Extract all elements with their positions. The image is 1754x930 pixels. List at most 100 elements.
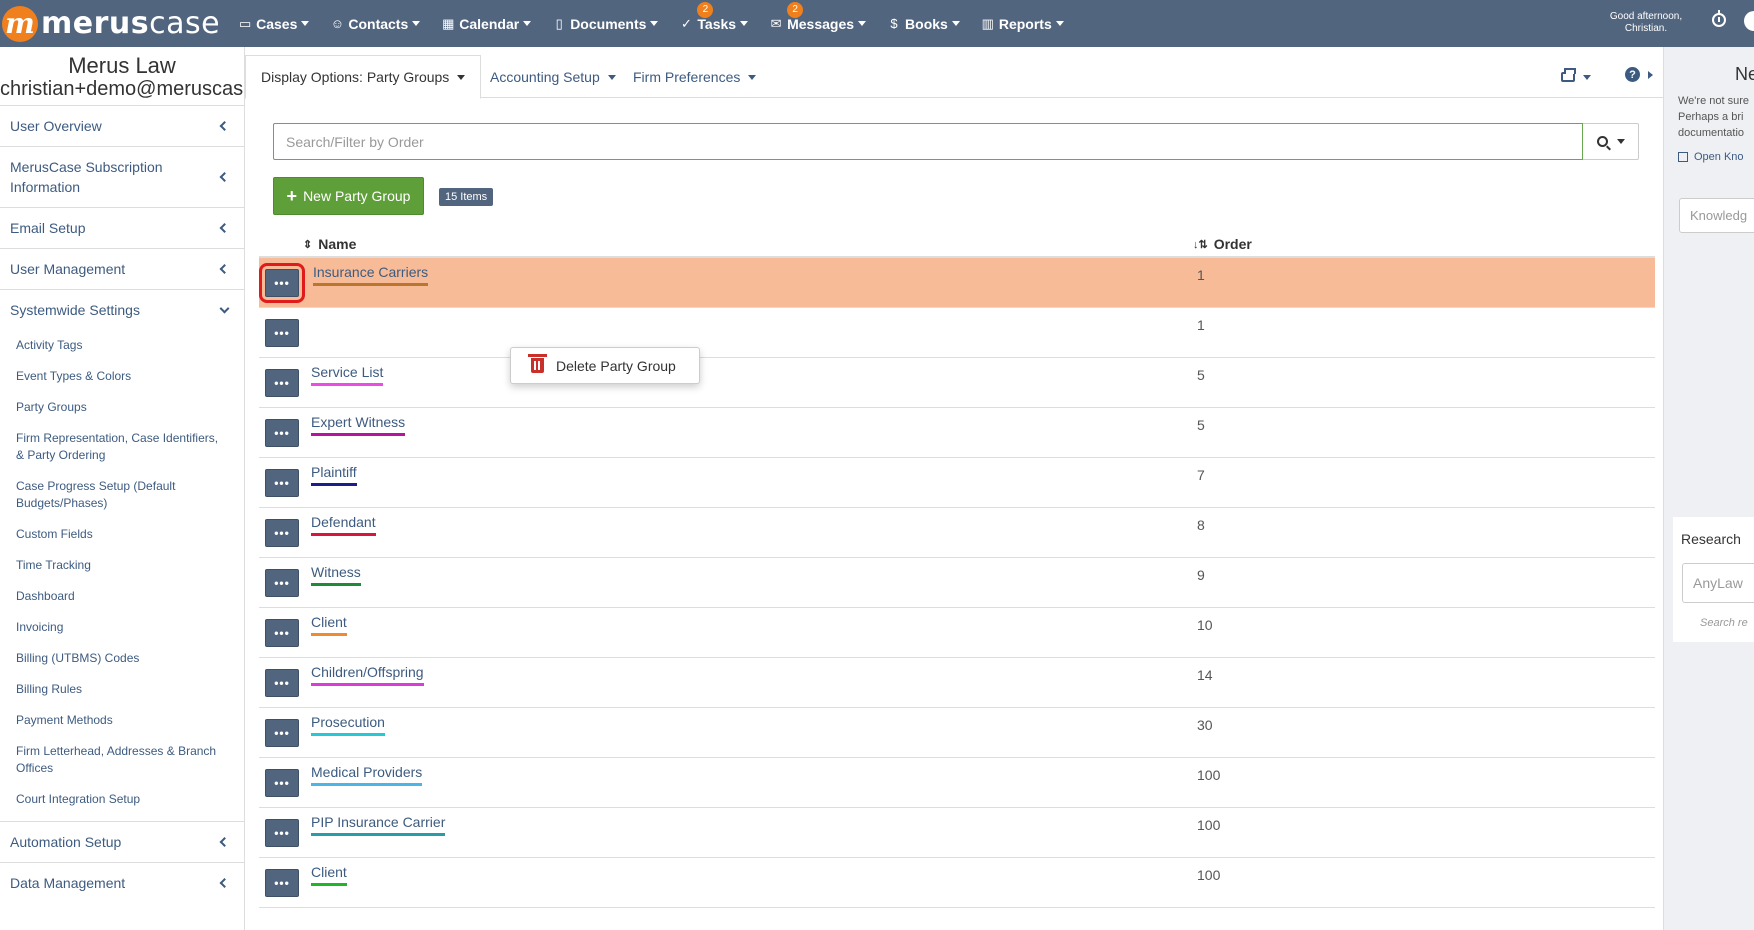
party-group-name[interactable]: Insurance Carriers xyxy=(313,264,429,286)
sidebar-item-label: Systemwide Settings xyxy=(10,302,140,318)
chevron-left-icon xyxy=(219,837,230,847)
row-actions-button[interactable]: ••• xyxy=(265,519,299,547)
submenu-item[interactable]: Event Types & Colors xyxy=(0,361,244,392)
party-group-name[interactable]: Witness xyxy=(311,564,361,586)
submenu-item[interactable]: Court Integration Setup xyxy=(0,784,244,815)
party-group-name[interactable]: Client xyxy=(311,864,347,886)
tab-accounting-setup[interactable]: Accounting Setup xyxy=(475,55,631,99)
name-column-header[interactable]: ⇕ Name xyxy=(303,236,356,252)
nav-reports[interactable]: ▥ Reports xyxy=(981,16,1064,32)
sidebar-item-label: User Overview xyxy=(10,118,102,134)
row-actions-button[interactable]: ••• xyxy=(265,719,299,747)
chevron-left-icon xyxy=(219,878,230,888)
row-actions-button[interactable]: ••• xyxy=(265,769,299,797)
anylaw-search-input[interactable]: AnyLaw xyxy=(1682,563,1754,603)
row-actions-button[interactable]: ••• xyxy=(265,469,299,497)
tab-firm-preferences[interactable]: Firm Preferences xyxy=(618,55,771,99)
submenu-item[interactable]: Case Progress Setup (Default Budgets/Pha… xyxy=(0,471,244,519)
dollar-circle-icon: $ xyxy=(890,16,898,31)
new-party-group-button[interactable]: + New Party Group xyxy=(273,177,424,215)
party-group-order: 30 xyxy=(1197,717,1213,733)
table-row: ••• Client 10 xyxy=(259,608,1655,658)
row-actions-button[interactable]: ••• xyxy=(265,619,299,647)
party-group-name[interactable]: Medical Providers xyxy=(311,764,423,786)
table-header: ⇕ Name ↓⇅ Order xyxy=(259,230,1655,258)
timer-icon[interactable] xyxy=(1712,10,1726,27)
party-group-order: 100 xyxy=(1197,817,1221,833)
submenu-item[interactable]: Dashboard xyxy=(0,581,244,612)
submenu-item[interactable]: Firm Letterhead, Addresses & Branch Offi… xyxy=(0,736,244,784)
users-icon: ☺ xyxy=(330,16,344,31)
row-actions-button[interactable]: ••• xyxy=(265,319,299,347)
search-button[interactable] xyxy=(1583,123,1639,160)
notification-badge: 2 xyxy=(697,1,714,18)
party-group-name[interactable]: Prosecution xyxy=(311,714,385,736)
logo-text: meruscase xyxy=(41,6,221,41)
party-group-name[interactable]: Expert Witness xyxy=(311,414,406,436)
nav-cases[interactable]: ▭ Cases xyxy=(238,15,310,32)
submenu-item[interactable]: Firm Representation, Case Identifiers, &… xyxy=(0,423,244,471)
print-menu-button[interactable] xyxy=(1561,67,1603,87)
submenu-item[interactable]: Billing (UTBMS) Codes xyxy=(0,643,244,674)
nav-label: Tasks xyxy=(697,15,737,32)
row-actions-button[interactable]: ••• xyxy=(265,669,299,697)
sidebar-item-data-management[interactable]: Data Management xyxy=(0,862,244,903)
party-group-order: 14 xyxy=(1197,667,1213,683)
submenu-item[interactable]: Billing Rules xyxy=(0,674,244,705)
party-group-order: 10 xyxy=(1197,617,1213,633)
row-action-menu[interactable]: Delete Party Group xyxy=(510,347,700,384)
party-group-name[interactable]: Defendant xyxy=(311,514,376,536)
sidebar-item-label: MerusCase Subscription Information xyxy=(10,159,163,195)
nav-contacts[interactable]: ☺ Contacts xyxy=(330,16,421,32)
sidebar-item-user-overview[interactable]: User Overview xyxy=(0,105,244,146)
help-panel-title: Ne xyxy=(1735,64,1754,84)
party-group-name[interactable]: Service List xyxy=(311,364,384,386)
submenu-item[interactable]: Party Groups xyxy=(0,392,244,423)
row-actions-button[interactable]: ••• xyxy=(265,869,299,897)
submenu-item[interactable]: Time Tracking xyxy=(0,550,244,581)
sidebar-item-automation-setup[interactable]: Automation Setup xyxy=(0,821,244,862)
party-group-order: 8 xyxy=(1197,517,1205,533)
folder-icon: ▭ xyxy=(238,15,252,31)
sidebar-item-systemwide-settings[interactable]: Systemwide Settings xyxy=(0,289,244,330)
delete-party-group-item[interactable]: Delete Party Group xyxy=(556,358,676,374)
submenu-item[interactable]: Custom Fields xyxy=(0,519,244,550)
party-group-order: 1 xyxy=(1197,267,1205,283)
chevron-down-icon xyxy=(219,303,230,314)
nav-label: Documents xyxy=(570,15,647,32)
submenu-item[interactable]: Payment Methods xyxy=(0,705,244,736)
row-actions-button[interactable]: ••• xyxy=(265,569,299,597)
party-group-order: 100 xyxy=(1197,767,1221,783)
row-actions-button[interactable]: ••• xyxy=(265,369,299,397)
party-group-name[interactable]: Children/Offspring xyxy=(311,664,424,686)
knowledge-base-search-input[interactable]: Knowledg xyxy=(1679,198,1754,233)
sidebar-item-user-management[interactable]: User Management xyxy=(0,248,244,289)
open-knowledge-base-link[interactable]: Open Kno xyxy=(1678,151,1744,163)
sidebar-item-meruscase-subscription-information[interactable]: MerusCase Subscription Information xyxy=(0,146,244,207)
nav-books[interactable]: $ Books xyxy=(887,16,960,32)
ellipsis-icon: ••• xyxy=(274,876,290,890)
row-actions-button[interactable]: ••• xyxy=(265,419,299,447)
row-actions-button[interactable]: ••• xyxy=(259,263,305,303)
main-nav: ▭ Cases ☺ Contacts ▦ Calendar ▯ Documents ✓ Tasks… xyxy=(238,0,1085,47)
nav-documents[interactable]: ▯ Documents xyxy=(552,15,659,32)
order-column-header[interactable]: ↓⇅ Order xyxy=(1193,236,1252,252)
ellipsis-icon: ••• xyxy=(274,426,290,440)
printer-icon xyxy=(1561,68,1576,82)
party-group-name[interactable]: Client xyxy=(311,614,347,636)
sidebar-item-email-setup[interactable]: Email Setup xyxy=(0,207,244,248)
help-menu-button[interactable]: ? xyxy=(1625,67,1653,82)
submenu-item[interactable]: Invoicing xyxy=(0,612,244,643)
avatar[interactable] xyxy=(1744,11,1754,31)
document-icon: ▯ xyxy=(555,15,563,31)
nav-tasks[interactable]: ✓ Tasks 2 xyxy=(679,1,749,32)
tab-display-options[interactable]: Display Options: Party Groups xyxy=(245,55,482,99)
search-filter-input[interactable] xyxy=(273,123,1583,160)
party-group-name[interactable]: PIP Insurance Carrier xyxy=(311,814,446,836)
row-actions-button[interactable]: ••• xyxy=(265,819,299,847)
meruscase-logo[interactable]: m meruscase xyxy=(2,0,220,47)
nav-messages[interactable]: ✉ Messages 2 xyxy=(769,1,867,32)
nav-calendar[interactable]: ▦ Calendar xyxy=(441,16,532,32)
party-group-name[interactable]: Plaintiff xyxy=(311,464,357,486)
submenu-item[interactable]: Activity Tags xyxy=(0,330,244,361)
